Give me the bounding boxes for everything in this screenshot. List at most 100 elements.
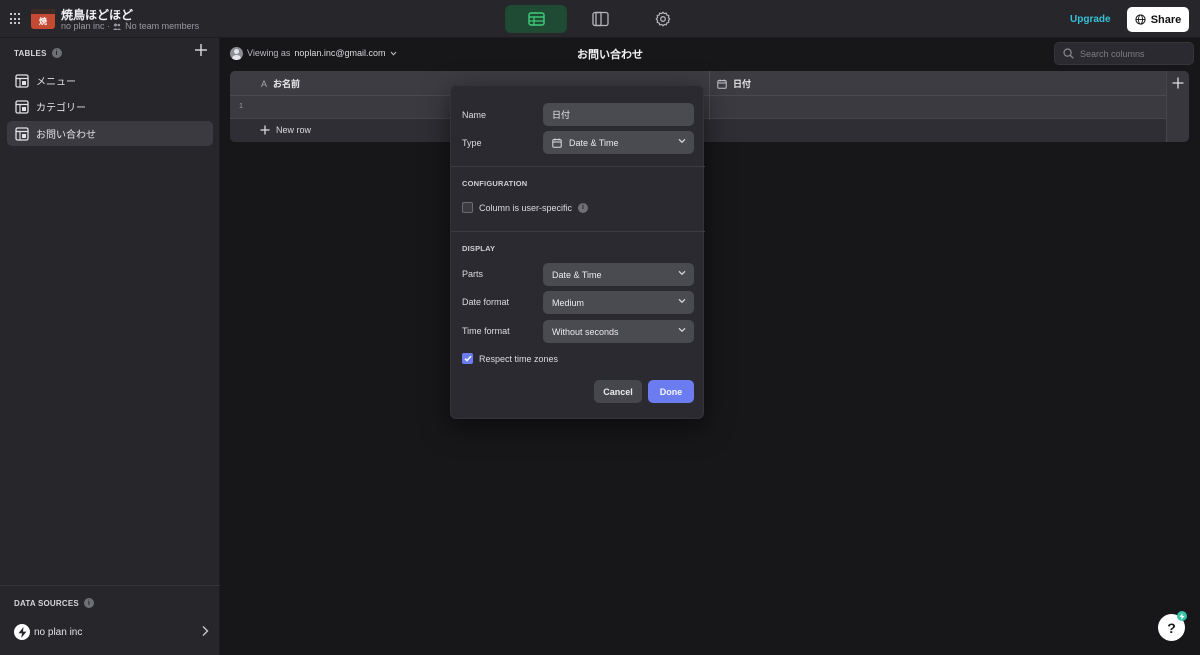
cancel-button[interactable]: Cancel	[594, 380, 642, 403]
info-icon[interactable]: i	[578, 202, 589, 213]
text-type-icon: A	[261, 78, 268, 89]
data-table: A お名前 日付 1 New row	[230, 71, 1189, 142]
info-icon[interactable]: i	[51, 48, 62, 58]
done-button[interactable]: Done	[648, 380, 694, 403]
top-bar: 焼 焼鳥ほどほど no plan inc · No team members U…	[0, 0, 1200, 38]
page-title: お問い合わせ	[577, 49, 643, 61]
time-format-value: Without seconds	[552, 326, 619, 337]
user-specific-checkbox[interactable]	[462, 202, 473, 213]
search-icon	[1063, 48, 1074, 59]
new-row-button[interactable]: New row	[260, 125, 311, 135]
org-name: no plan inc	[61, 21, 105, 31]
tables-heading: TABLES i	[14, 48, 62, 58]
add-table-icon[interactable]	[194, 43, 208, 57]
section-divider	[451, 166, 705, 167]
chevron-down-icon	[678, 270, 686, 276]
tables-heading-label: TABLES	[14, 48, 47, 58]
table-icon	[527, 12, 545, 26]
parts-select[interactable]: Date & Time	[543, 263, 694, 286]
team-status: No team members	[125, 21, 200, 31]
plus-icon	[1172, 77, 1184, 89]
gear-icon	[655, 11, 671, 27]
parts-label: Parts	[462, 269, 484, 279]
column-header-date[interactable]: 日付	[717, 71, 751, 96]
column-name-input[interactable]: 日付	[543, 103, 694, 126]
app-logo: 焼	[31, 9, 55, 29]
app-subtitle: no plan inc · No team members	[61, 21, 200, 31]
respect-time-zones-label: Respect time zones	[479, 353, 559, 364]
parts-value: Date & Time	[552, 269, 602, 280]
new-row-label: New row	[276, 125, 312, 135]
date-format-value: Medium	[552, 297, 585, 308]
section-divider	[451, 231, 705, 232]
calendar-icon	[552, 138, 562, 148]
sidebar-item-label: カテゴリー	[36, 103, 86, 114]
table-icon	[15, 126, 29, 141]
column-type-value: Date & Time	[569, 137, 619, 148]
plus-icon	[260, 125, 270, 135]
table-icon	[15, 73, 29, 88]
time-format-label: Time format	[462, 326, 510, 336]
tab-layout-editor[interactable]	[569, 5, 631, 33]
chevron-down-icon	[678, 138, 686, 144]
row-number: 1	[239, 103, 243, 110]
viewing-as-prefix: Viewing as	[247, 48, 291, 58]
time-format-select[interactable]: Without seconds	[543, 320, 694, 343]
respect-time-zones-row[interactable]: Respect time zones	[462, 353, 558, 364]
column-divider	[709, 71, 710, 120]
device-layout-icon	[591, 11, 609, 27]
chevron-down-icon	[390, 51, 396, 56]
search-placeholder: Search columns	[1080, 48, 1145, 59]
info-icon[interactable]: i	[83, 598, 94, 608]
search-columns-input[interactable]: Search columns	[1054, 42, 1194, 65]
upgrade-link[interactable]: Upgrade	[1070, 14, 1111, 25]
column-header-name[interactable]: A お名前	[261, 71, 300, 96]
date-format-label: Date format	[462, 297, 510, 307]
user-specific-checkbox-row[interactable]: Column is user-specific i	[462, 202, 589, 213]
sidebar-item-inquiry[interactable]: お問い合わせ	[7, 121, 213, 146]
column-type-select[interactable]: Date & Time	[543, 131, 694, 154]
globe-icon	[1135, 14, 1146, 25]
data-source-label: no plan inc	[34, 626, 83, 638]
column-label: お名前	[273, 79, 301, 89]
sidebar: TABLES i メニュー カテゴリー お問い合わせ DATA SOURCES …	[0, 38, 220, 655]
calendar-icon	[717, 79, 727, 89]
add-column-button[interactable]	[1166, 71, 1189, 142]
column-editor-popover: Name 日付 Type Date & Time CONFIGURATION C…	[450, 85, 705, 419]
bolt-icon	[1179, 612, 1185, 620]
viewing-as-user: noplan.inc@gmail.com	[294, 48, 386, 58]
sidebar-item-label: お問い合わせ	[36, 130, 96, 141]
help-notification-badge	[1177, 611, 1187, 621]
respect-time-zones-checkbox[interactable]	[462, 353, 473, 364]
chevron-down-icon	[678, 298, 686, 304]
date-format-select[interactable]: Medium	[543, 291, 694, 314]
display-heading: DISPLAY	[462, 244, 496, 253]
data-sources-heading: DATA SOURCES i	[14, 598, 94, 608]
app-switcher-icon[interactable]	[10, 13, 22, 25]
viewing-as-selector[interactable]: Viewing as noplan.inc@gmail.com	[230, 46, 397, 60]
sidebar-divider	[0, 585, 220, 586]
data-sources-heading-label: DATA SOURCES	[14, 598, 79, 608]
column-label: 日付	[733, 79, 752, 89]
tab-data-editor[interactable]	[505, 5, 567, 33]
name-label: Name	[462, 110, 487, 120]
chevron-down-icon	[678, 327, 686, 333]
configuration-heading: CONFIGURATION	[462, 179, 528, 188]
team-icon	[112, 23, 121, 31]
share-button[interactable]: Share	[1127, 7, 1189, 32]
data-source-item[interactable]: no plan inc	[14, 623, 209, 641]
share-label: Share	[1150, 13, 1182, 26]
sidebar-item-label: メニュー	[36, 77, 76, 88]
app-logo-glyph: 焼	[39, 17, 47, 26]
tab-settings[interactable]	[632, 5, 694, 33]
column-name-value: 日付	[552, 110, 571, 120]
sidebar-item-category[interactable]: カテゴリー	[7, 94, 213, 119]
type-label: Type	[462, 138, 482, 148]
table-icon	[15, 99, 29, 114]
user-specific-label: Column is user-specific	[479, 202, 573, 213]
sidebar-item-menu[interactable]: メニュー	[7, 68, 213, 93]
chevron-right-icon	[202, 626, 209, 636]
avatar	[230, 46, 243, 60]
checkmark-icon	[464, 355, 472, 362]
app-root: 焼 焼鳥ほどほど no plan inc · No team members U…	[0, 0, 1200, 655]
